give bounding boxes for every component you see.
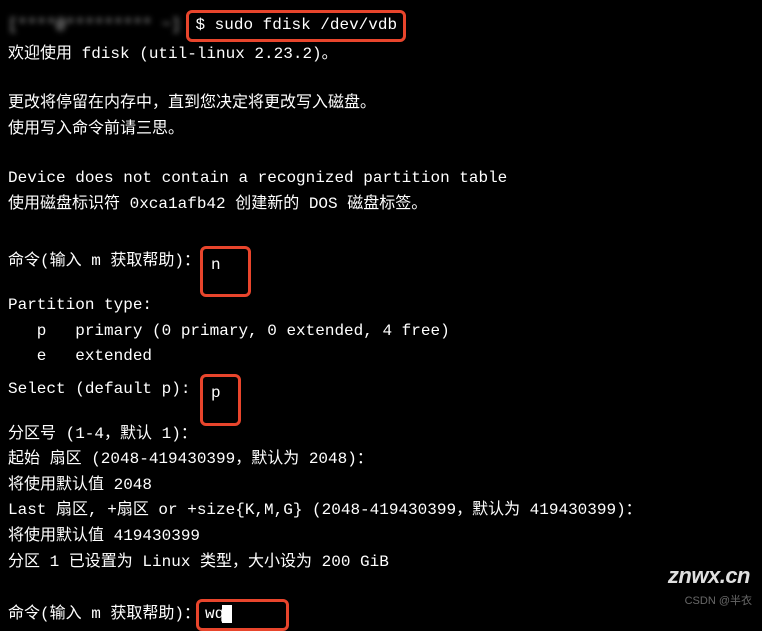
default-last-line: 将使用默认值 419430399 (8, 524, 754, 550)
partition-set-line: 分区 1 已设置为 Linux 类型，大小设为 200 GiB (8, 550, 754, 576)
watermark-sub: CSDN @半衣 (685, 593, 752, 611)
no-partition-line: Device does not contain a recognized par… (8, 166, 754, 192)
default-2048-line: 将使用默认值 2048 (8, 473, 754, 499)
welcome-line: 欢迎使用 fdisk (util-linux 2.23.2)。 (8, 42, 754, 68)
command-highlight: $ sudo fdisk /dev/vdb (186, 10, 406, 42)
last-sector-line: Last 扇区, +扇区 or +size{K,M,G} (2048-41943… (8, 498, 754, 524)
cmd-prompt-wq-line[interactable]: 命令(输入 m 获取帮助)：wq (8, 599, 754, 631)
first-sector-line: 起始 扇区 (2048-419430399，默认为 2048)： (8, 447, 754, 473)
terminal-cursor (222, 605, 232, 623)
partition-type-line: Partition type: (8, 293, 754, 319)
memory-notice-line: 更改将停留在内存中，直到您决定将更改写入磁盘。 (8, 91, 754, 117)
write-warning-line: 使用写入命令前请三思。 (8, 117, 754, 143)
prompt-line[interactable]: [****@********* ~] $ sudo fdisk /dev/vdb (8, 10, 754, 42)
cmd-prompt-n-line[interactable]: 命令(输入 m 获取帮助)：n (8, 242, 754, 294)
option-p-line: p primary (0 primary, 0 extended, 4 free… (8, 319, 754, 345)
option-e-line: e extended (8, 344, 754, 370)
input-wq-highlight: wq (196, 599, 289, 631)
input-p-highlight: p (200, 374, 241, 426)
obscured-hostname: [****@********* ~] (8, 16, 181, 34)
partition-num-line: 分区号 (1-4，默认 1)： (8, 422, 754, 448)
select-default-line[interactable]: Select (default p): p (8, 370, 754, 422)
watermark-main: znwx.cn (668, 558, 750, 593)
disk-label-line: 使用磁盘标识符 0xca1afb42 创建新的 DOS 磁盘标签。 (8, 192, 754, 218)
command-text: sudo fdisk /dev/vdb (215, 16, 397, 34)
input-n-highlight: n (200, 246, 251, 298)
